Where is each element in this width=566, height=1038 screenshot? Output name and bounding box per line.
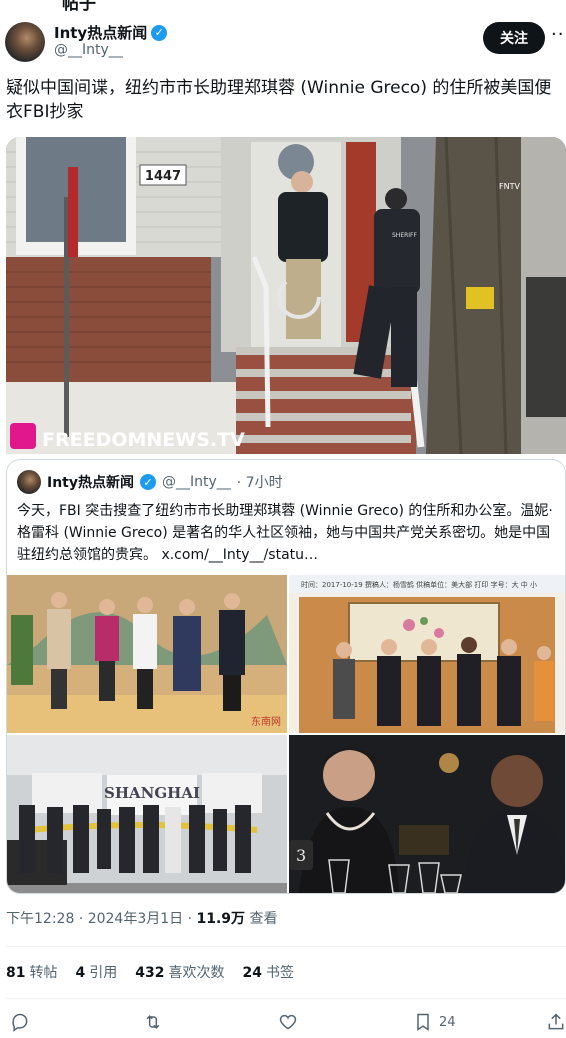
retweet-stat[interactable]: 81 转帖 xyxy=(6,962,57,982)
author-handle[interactable]: @__Inty__ xyxy=(54,42,123,58)
heart-icon xyxy=(279,1014,297,1030)
quote-image-grid: 东南网 时间：2017-10-19 撰稿人：杨雪鹤 供稿单位：美大部 打印 字号… xyxy=(7,575,565,893)
post-text: 疑似中国间谍，纽约市市长助理郑琪蓉 (Winnie Greco) 的住所被美国便… xyxy=(6,78,552,122)
quote-image-3[interactable]: SHANGHAI xyxy=(7,735,287,893)
author-name-row[interactable]: Inty热点新闻 ✓ xyxy=(54,22,168,43)
post-image[interactable]: 1447 SHERIFF FNTV FREEDOMNEWS.TV xyxy=(6,137,566,454)
reply-icon xyxy=(12,1013,28,1032)
quote-image-2[interactable]: 时间：2017-10-19 撰稿人：杨雪鹤 供稿单位：美大部 打印 字号：大 中… xyxy=(289,575,565,733)
share-button[interactable] xyxy=(546,1012,566,1032)
bookmark-icon xyxy=(417,1013,429,1031)
like-stat[interactable]: 432 喜欢次数 xyxy=(135,962,224,982)
action-bar: 24 xyxy=(0,1012,566,1038)
tile-banner-text: SHANGHAI xyxy=(104,784,200,802)
like-button[interactable] xyxy=(278,1012,298,1032)
share-icon xyxy=(548,1013,564,1030)
divider xyxy=(6,946,566,947)
post-time[interactable]: 下午12:28 · 2024年3月1日 · xyxy=(6,911,197,927)
post-header: Inty热点新闻 ✓ @__Inty__ 关注 ··· xyxy=(0,18,566,66)
corner-tag: FNTV xyxy=(499,182,520,191)
view-label: 查看 xyxy=(245,911,278,927)
quote-image-4[interactable]: 3 xyxy=(289,735,565,893)
retweet-icon xyxy=(146,1015,160,1029)
retweet-button[interactable] xyxy=(143,1012,163,1032)
engagement-stats: 81 转帖 4 引用 432 喜欢次数 24 书签 xyxy=(6,962,294,982)
svg-text:3: 3 xyxy=(296,846,306,865)
quote-author-name: Inty热点新闻 xyxy=(47,475,134,491)
avatar[interactable] xyxy=(5,22,45,62)
quote-text: 今天，FBI 突击搜查了纽约市市长助理郑琪蓉 (Winnie Greco) 的住… xyxy=(17,503,553,563)
tile-logo: 东南网 xyxy=(251,715,281,728)
bookmark-count: 24 xyxy=(439,1014,456,1030)
divider xyxy=(6,998,566,999)
quoted-post[interactable]: Inty热点新闻 ✓ @__Inty__ · 7小时 今天，FBI 突击搜查了纽… xyxy=(6,459,566,894)
bookmark-button[interactable]: 24 xyxy=(413,1012,456,1032)
view-count: 11.9万 xyxy=(196,911,246,927)
quote-image-1[interactable]: 东南网 xyxy=(7,575,287,733)
follow-button[interactable]: 关注 xyxy=(483,22,545,54)
verified-icon: ✓ xyxy=(151,24,168,41)
quote-author-handle: @__Inty__ xyxy=(162,474,231,490)
vest-text: SHERIFF xyxy=(392,232,418,239)
reply-button[interactable] xyxy=(10,1012,30,1032)
quote-header: Inty热点新闻 ✓ @__Inty__ · 7小时 xyxy=(17,470,283,494)
quote-stat[interactable]: 4 引用 xyxy=(75,962,117,982)
house-number: 1447 xyxy=(145,169,181,184)
more-icon[interactable]: ··· xyxy=(551,24,566,45)
quote-time: · 7小时 xyxy=(236,475,283,491)
author-name[interactable]: Inty热点新闻 xyxy=(54,22,147,43)
bookmark-stat[interactable]: 24 书签 xyxy=(242,962,293,982)
page-title-cut: 帖子 xyxy=(62,0,96,14)
post-meta: 下午12:28 · 2024年3月1日 · 11.9万 查看 xyxy=(6,908,278,928)
watermark: FREEDOMNEWS.TV xyxy=(42,429,245,451)
verified-icon: ✓ xyxy=(140,474,156,490)
fbi-search-photo: 1447 SHERIFF FNTV FREEDOMNEWS.TV xyxy=(6,137,566,454)
quote-avatar xyxy=(17,470,41,494)
tile-header-text: 时间：2017-10-19 撰稿人：杨雪鹤 供稿单位：美大部 打印 字号：大 中… xyxy=(301,580,537,589)
